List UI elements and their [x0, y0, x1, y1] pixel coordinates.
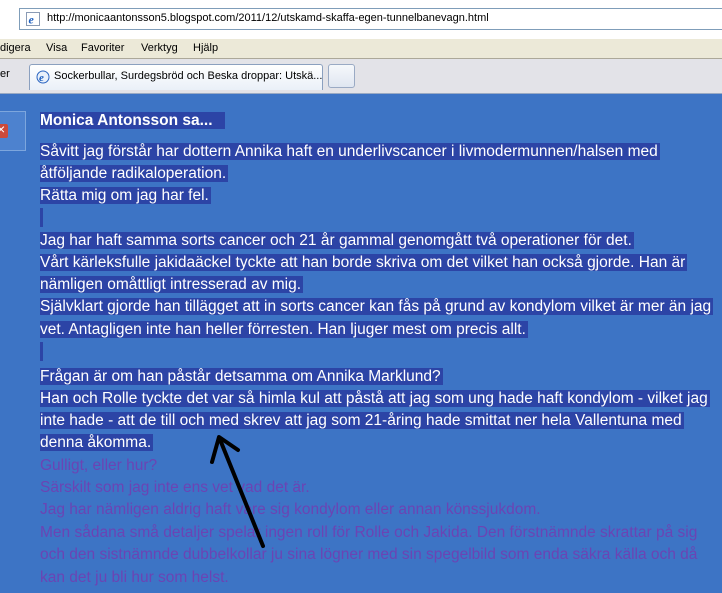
address-bar-area: e http://monicaantonsson5.blogspot.com/2… [0, 0, 722, 38]
menu-bar: digera Visa Favoriter Verktyg Hjälp [0, 38, 722, 59]
blog-page: Monica Antonsson sa... Såvitt jag förstå… [0, 94, 722, 593]
comment-line-8: Självklart gjorde han tillägget att in s… [40, 298, 714, 315]
comment-blank-2 [40, 342, 43, 361]
address-bar[interactable]: e http://monicaantonsson5.blogspot.com/2… [19, 8, 722, 30]
comment-line-14: denna åkomma. [40, 434, 154, 451]
svg-text:e: e [29, 13, 35, 27]
comment-line-2: åtföljande radikaloperation. [40, 165, 229, 182]
arrow-head [210, 435, 240, 464]
sidebar-panel [0, 111, 26, 151]
previous-tab-label[interactable]: er [0, 68, 10, 80]
comment-line-1: Såvitt jag förstår har dottern Annika ha… [40, 143, 660, 160]
new-tab-button[interactable] [328, 64, 355, 88]
comment-plain-4: Men sådana små detaljer spelar ingen rol… [40, 524, 698, 541]
menu-edit[interactable]: digera [0, 42, 31, 54]
comment-plain-3: Jag har nämligen aldrig haft vare sig ko… [40, 501, 541, 518]
comment-plain-2: Särskilt som jag inte ens vet vad det är… [40, 479, 310, 496]
comment-line-11: Frågan är om han påstår detsamma om Anni… [40, 368, 443, 385]
comment-line-9: vet. Antagligen inte han heller förreste… [40, 321, 528, 338]
comment-author: Monica Antonsson sa... [40, 111, 226, 130]
comment-blank-1 [40, 208, 43, 227]
comment-plain-5: och den sistnämnde dubbelkollar ju sina … [40, 546, 698, 563]
menu-favorites[interactable]: Favoriter [81, 42, 124, 54]
menu-help[interactable]: Hjälp [193, 42, 218, 54]
comment-author-text: Monica Antonsson sa... [40, 112, 215, 129]
comment-line-13: inte hade - att de till och med skrev at… [40, 412, 684, 429]
comment-plain-6: kan det ju bli hur som helst. [40, 569, 229, 586]
comment-plain-1: Gulligt, eller hur? [40, 457, 158, 474]
tab-title: Sockerbullar, Surdegsbröd och Beska drop… [54, 70, 323, 82]
ie-tab-icon: e [36, 70, 50, 84]
svg-text:e: e [39, 72, 44, 84]
tab-bar: er e Sockerbullar, Surdegsbröd och Beska… [0, 59, 722, 94]
menu-tools[interactable]: Verktyg [141, 42, 178, 54]
close-icon[interactable] [0, 121, 8, 138]
menu-view[interactable]: Visa [46, 42, 67, 54]
ie-page-icon: e [26, 12, 40, 26]
comment-line-3: Rätta mig om jag har fel. [40, 187, 211, 204]
url-text[interactable]: http://monicaantonsson5.blogspot.com/201… [47, 12, 489, 24]
active-tab[interactable]: e Sockerbullar, Surdegsbröd och Beska dr… [29, 64, 323, 90]
comment-line-7: nämligen omåttligt intresserad av mig. [40, 276, 304, 293]
comment-line-5: Jag har haft samma sorts cancer och 21 å… [40, 232, 634, 249]
comment-line-12: Han och Rolle tyckte det var så himla ku… [40, 390, 710, 407]
comment-line-6: Vårt kärleksfulle jakidaäckel tyckte att… [40, 254, 688, 271]
